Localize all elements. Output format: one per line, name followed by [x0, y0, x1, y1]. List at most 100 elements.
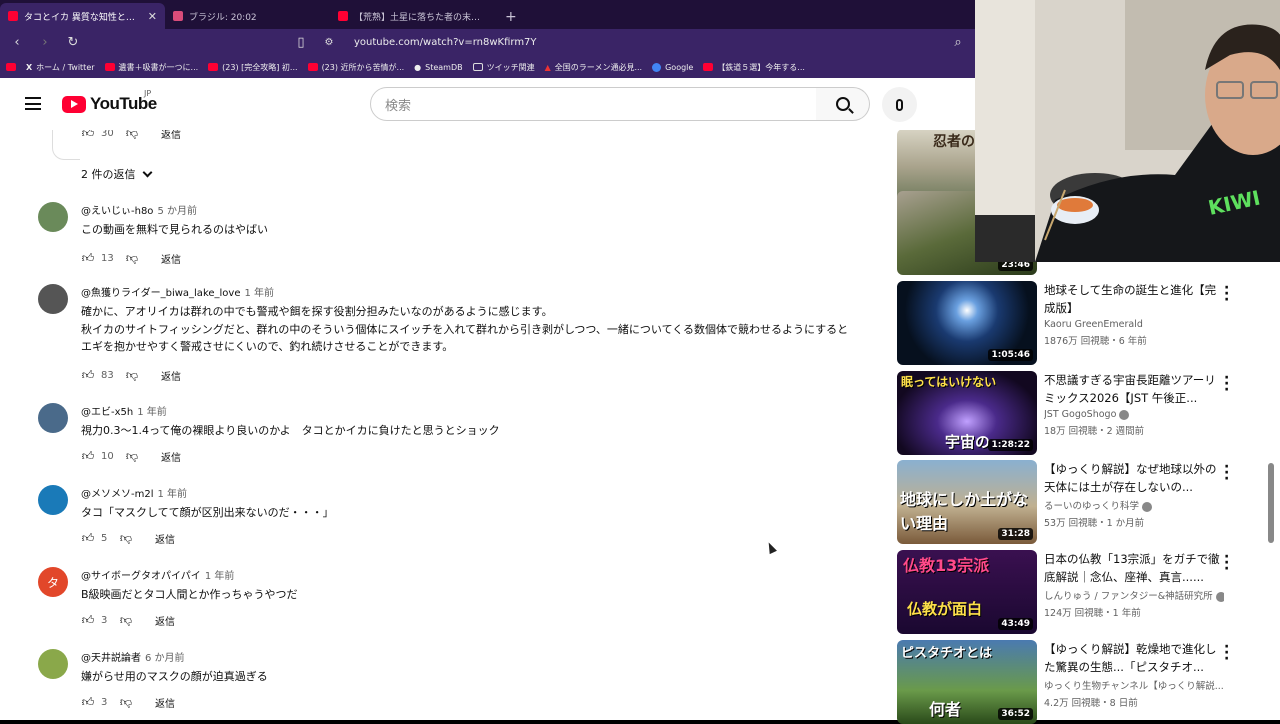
channel-name[interactable]: ゆっくり生物チャンネル【ゆっくり解説...	[1044, 678, 1224, 692]
thumb-up-icon[interactable]: 👍︎	[81, 613, 95, 628]
video-thumbnail[interactable]: 仏教13宗派 仏教が面白 43:49	[897, 550, 1037, 634]
more-options-icon[interactable]: · · ·	[1224, 640, 1229, 666]
thumb-down-icon[interactable]: 👎︎	[125, 449, 139, 464]
reply-button[interactable]: 返信	[155, 531, 175, 546]
comment-time[interactable]: 1 年前	[137, 407, 167, 418]
avatar[interactable]	[38, 202, 68, 232]
bookmark-item[interactable]	[6, 63, 16, 71]
reload-icon[interactable]: ↻	[64, 35, 82, 50]
bookmark-item[interactable]: 【鉄道５選】今年する...	[703, 62, 805, 73]
youtube-logo[interactable]: YouTube JP	[62, 89, 157, 114]
thumb-up-icon[interactable]: 👍︎	[81, 368, 95, 383]
video-thumbnail[interactable]: ピスタチオとは 何者 36:52	[897, 640, 1037, 724]
avatar[interactable]	[38, 485, 68, 515]
address-bar[interactable]: youtube.com/watch?v=rn8wKfirm7Y	[354, 37, 537, 48]
replies-toggle[interactable]: 2 件の返信	[81, 166, 152, 182]
voice-search-button[interactable]	[882, 87, 917, 122]
video-title[interactable]: 【ゆっくり解説】なぜ地球以外の天体には土が存在しないの...	[1044, 460, 1224, 496]
comment-author[interactable]: @エビ-x5h	[81, 407, 133, 418]
new-tab-button[interactable]: +	[495, 9, 527, 29]
back-arrow-icon[interactable]: ‹	[8, 35, 26, 50]
bookmark-label: ホーム / Twitter	[36, 62, 95, 72]
close-tab-icon[interactable]: ✕	[148, 10, 157, 23]
reply-button[interactable]: 返信	[161, 368, 181, 383]
site-info-icon[interactable]: ⚙	[320, 37, 338, 48]
tab-3[interactable]: 【荒熟】土星に落ちた者の末路...... - You	[330, 3, 495, 29]
bookmark-icon[interactable]: ▯	[292, 35, 310, 50]
menu-icon[interactable]	[25, 97, 41, 110]
comment-time[interactable]: 1 年前	[205, 571, 235, 582]
thumb-down-icon[interactable]: 👎︎	[125, 251, 139, 266]
video-title[interactable]: 不思議すぎる宇宙長距離ツアーリミックス2026【JST 午後正...	[1044, 371, 1224, 407]
comment-author[interactable]: @メソメソ-m2l	[81, 489, 154, 500]
channel-name[interactable]: しんりゅう / ファンタジー&神話研究所	[1044, 591, 1213, 602]
sidebar-video[interactable]: 地球にしか土がない理由 31:28 【ゆっくり解説】なぜ地球以外の天体には土が存…	[897, 460, 1257, 544]
comment-time[interactable]: 1 年前	[158, 489, 188, 500]
thumbnail-text: 何者	[929, 700, 962, 719]
bookmark-item[interactable]: ▲ 全国のラーメン通必見...	[545, 62, 642, 73]
bookmark-folder[interactable]: ツイッチ関連	[472, 62, 535, 73]
avatar[interactable]	[38, 403, 68, 433]
sidebar-video[interactable]: ピスタチオとは 何者 36:52 【ゆっくり解説】乾燥地で進化した驚異の生態..…	[897, 640, 1257, 724]
comment-author[interactable]: @えいじぃ-h8o	[81, 206, 153, 217]
zoom-icon[interactable]: ⌕	[949, 35, 967, 50]
bookmark-item[interactable]: X ホーム / Twitter	[26, 62, 95, 73]
thumb-up-icon[interactable]: 👍︎	[81, 449, 95, 464]
thumb-up-icon[interactable]: 👍︎	[81, 251, 95, 266]
comment-time[interactable]: 6 か月前	[145, 653, 185, 664]
bookmark-item[interactable]: Google	[652, 62, 693, 72]
video-thumbnail[interactable]: 1:05:46	[897, 281, 1037, 365]
comment-time[interactable]: 5 か月前	[157, 206, 197, 217]
avatar[interactable]: タ	[38, 567, 68, 597]
reply-button[interactable]: 返信	[155, 613, 175, 628]
video-title[interactable]: 日本の仏教「13宗派」をガチで徹底解説｜念仏、座禅、真言......	[1044, 550, 1224, 586]
channel-name[interactable]: るーいのゆっくり科学	[1044, 501, 1139, 512]
video-duration: 43:49	[998, 618, 1033, 630]
more-options-icon[interactable]: · · ·	[1224, 460, 1229, 486]
sidebar-video[interactable]: 1:05:46 地球そして生命の誕生と進化【完成版】 Kaoru GreenEm…	[897, 281, 1257, 365]
thumb-down-icon[interactable]: 👎︎	[119, 531, 133, 546]
more-options-icon[interactable]: · · ·	[1224, 371, 1229, 397]
video-thumbnail[interactable]: 眠ってはいけない 宇宙の 1:28:22	[897, 371, 1037, 455]
youtube-icon	[6, 63, 16, 71]
tab-2[interactable]: ブラジル: 20:02	[165, 3, 330, 29]
sidebar-video[interactable]: 眠ってはいけない 宇宙の 1:28:22 不思議すぎる宇宙長距離ツアーリミックス…	[897, 371, 1257, 455]
reply-button[interactable]: 返信	[161, 251, 181, 266]
thumb-down-icon[interactable]: 👎︎	[119, 695, 133, 710]
thumb-down-icon[interactable]: 👎︎	[119, 613, 133, 628]
youtube-page: YouTube JP 検索 👍︎ 30 👎︎ 返信 2 件の返信 @えいじぃ-h…	[0, 78, 975, 720]
page-scrollbar[interactable]	[1268, 463, 1274, 543]
video-title[interactable]: 地球そして生命の誕生と進化【完成版】	[1044, 281, 1224, 317]
search-button[interactable]	[816, 87, 870, 121]
avatar[interactable]	[38, 284, 68, 314]
video-thumbnail[interactable]: 地球にしか土がない理由 31:28	[897, 460, 1037, 544]
more-options-icon[interactable]: · · ·	[1224, 550, 1229, 576]
comment-time[interactable]: 1 年前	[245, 288, 275, 299]
bookmark-item[interactable]: ● SteamDB	[414, 63, 462, 72]
reply-button[interactable]: 返信	[155, 695, 175, 710]
thumb-down-icon[interactable]: 👎︎	[125, 368, 139, 383]
forward-arrow-icon[interactable]: ›	[36, 35, 54, 50]
comment-author[interactable]: @天井説論者	[81, 653, 141, 664]
tab-active[interactable]: タコとイカ 異質な知性と体に秘めら ✕	[0, 3, 165, 29]
bookmark-item[interactable]: (23) [完全攻略] 初...	[208, 62, 298, 73]
thumb-up-icon[interactable]: 👍︎	[81, 695, 95, 710]
reply-button[interactable]: 返信	[161, 449, 181, 464]
bookmark-item[interactable]: (23) 近所から苦情が...	[307, 62, 404, 73]
like-count: 3	[101, 697, 108, 708]
comment-author[interactable]: @魚獲りライダー_biwa_lake_love	[81, 288, 241, 299]
search-input[interactable]: 検索	[370, 87, 817, 121]
channel-name[interactable]: Kaoru GreenEmerald	[1044, 319, 1224, 330]
video-title[interactable]: 【ゆっくり解説】乾燥地で進化した驚異の生態...「ピスタチオ...	[1044, 640, 1224, 676]
channel-name[interactable]: JST GogoShogo	[1044, 409, 1116, 420]
avatar[interactable]	[38, 649, 68, 679]
thumb-up-icon[interactable]: 👍︎	[81, 531, 95, 546]
comment-author[interactable]: @サイボーグタオパイパイ	[81, 571, 201, 582]
more-options-icon[interactable]: · · ·	[1224, 281, 1229, 307]
thumbnail-text: 仏教13宗派	[903, 556, 990, 575]
bookmark-item[interactable]: 遺書＋吸書が一つに...	[104, 62, 198, 73]
youtube-favicon-icon	[338, 11, 348, 21]
comment-actions: 👍︎ 5 👎︎ 返信	[81, 531, 175, 546]
google-icon	[652, 62, 662, 72]
sidebar-video[interactable]: 仏教13宗派 仏教が面白 43:49 日本の仏教「13宗派」をガチで徹底解説｜念…	[897, 550, 1257, 634]
